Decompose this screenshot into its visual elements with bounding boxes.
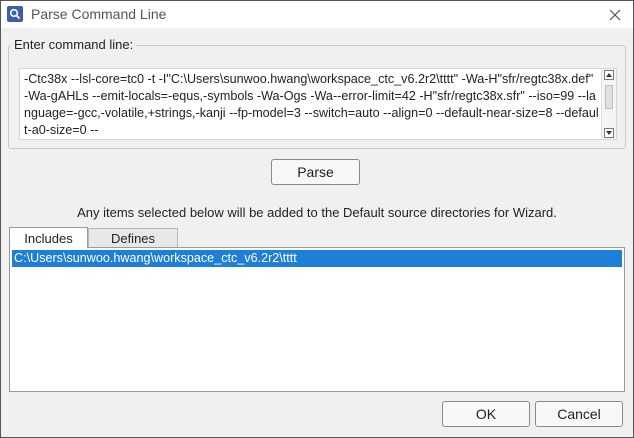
includes-list: C:\Users\sunwoo.hwang\workspace_ctc_v6.2… bbox=[9, 247, 625, 392]
close-button[interactable] bbox=[605, 5, 625, 25]
magnifier-icon bbox=[9, 8, 21, 20]
parse-command-line-dialog: Parse Command Line Enter command line: -… bbox=[0, 0, 634, 438]
command-line-textarea[interactable]: -Ctc38x --lsl-core=tc0 -t -I"C:\Users\su… bbox=[19, 68, 617, 140]
ok-button[interactable]: OK bbox=[442, 401, 530, 427]
chevron-up-icon bbox=[606, 73, 612, 77]
scroll-thumb[interactable] bbox=[605, 85, 613, 109]
command-line-scrollbar[interactable] bbox=[601, 69, 616, 139]
window-title: Parse Command Line bbox=[31, 6, 167, 22]
close-icon bbox=[609, 9, 621, 21]
scroll-up-button[interactable] bbox=[604, 70, 614, 80]
command-line-label: Enter command line: bbox=[11, 37, 137, 52]
chevron-down-icon bbox=[606, 131, 612, 135]
info-message: Any items selected below will be added t… bbox=[77, 205, 557, 220]
tab-includes[interactable]: Includes bbox=[9, 227, 88, 248]
parse-button[interactable]: Parse bbox=[271, 159, 360, 185]
command-line-group: Enter command line: -Ctc38x --lsl-core=t… bbox=[8, 37, 626, 149]
command-line-text[interactable]: -Ctc38x --lsl-core=tc0 -t -I"C:\Users\su… bbox=[24, 71, 599, 139]
scroll-down-button[interactable] bbox=[604, 128, 614, 138]
cancel-button[interactable]: Cancel bbox=[535, 401, 623, 427]
list-item[interactable]: C:\Users\sunwoo.hwang\workspace_ctc_v6.2… bbox=[12, 250, 622, 267]
title-bar: Parse Command Line bbox=[1, 1, 633, 28]
tab-defines[interactable]: Defines bbox=[88, 228, 178, 247]
app-icon bbox=[7, 6, 23, 22]
